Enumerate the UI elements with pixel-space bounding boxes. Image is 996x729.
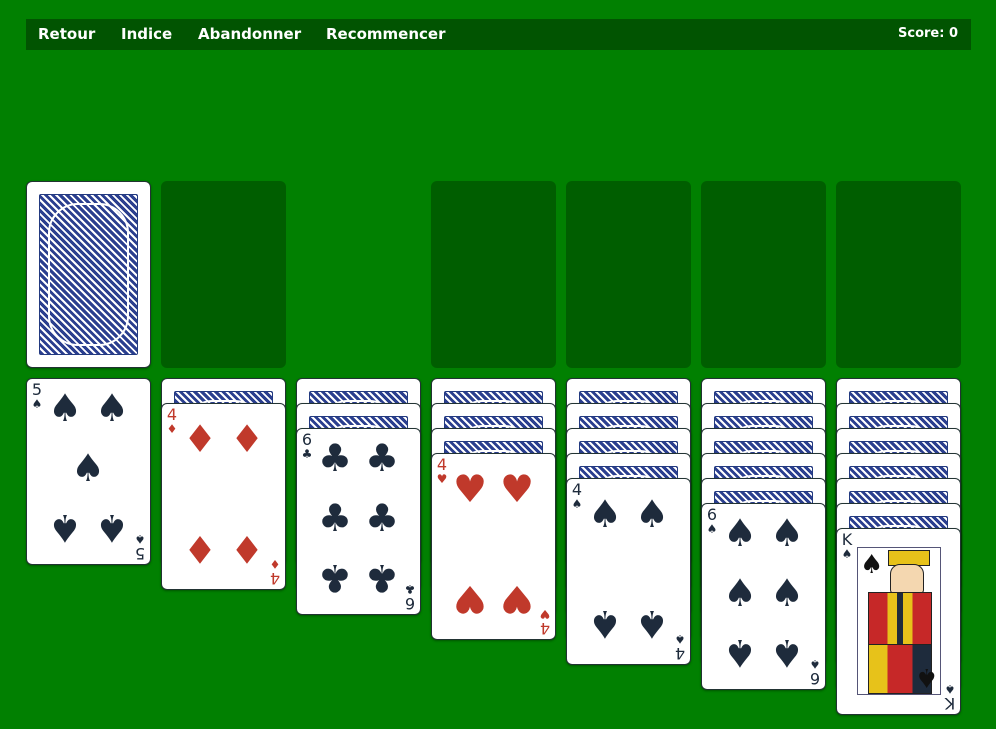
card-corner-index: 6 ♣ [403, 582, 417, 613]
hint-button[interactable]: Indice [121, 25, 172, 43]
score-display: Score: 0 [898, 26, 958, 41]
suit-icon: ♠ [841, 547, 853, 561]
suit-pip-icon: ♥ [499, 577, 535, 621]
card-4-4[interactable]: 4 ♠ 4 ♠ ♠ ♠ ♠ ♠ [566, 478, 691, 665]
foundation-slot-2[interactable] [566, 181, 691, 368]
suit-pip-icon: ♠ [47, 506, 83, 550]
card-rank: 5 [134, 544, 146, 563]
suit-pip-icon: ♠ [769, 631, 805, 675]
suit-pip-icon: ♠ [634, 602, 670, 646]
suit-pip-icon: ♠ [94, 386, 130, 430]
card-corner-index: 5 ♠ [133, 532, 147, 563]
suit-pip-icon: ♦ [182, 527, 218, 571]
card-corner-index: 6 ♠ [705, 505, 719, 536]
toolbar: Retour Indice Abandonner Recommencer Sco… [26, 19, 971, 50]
card-5-0[interactable]: 5 ♠ 5 ♠ ♠ ♠ ♠ ♠ ♠ [26, 378, 151, 565]
foundation-slot-4[interactable] [836, 181, 961, 368]
suit-icon: ♠ [944, 682, 956, 696]
card-corner-index: 6 ♠ [808, 657, 822, 688]
suit-icon: ♦ [269, 557, 281, 571]
suit-pip-icon: ♠ [722, 571, 758, 615]
suit-icon: ♠ [706, 522, 718, 536]
suit-pip-icon: ♣ [317, 436, 353, 480]
suit-pip-icon: ♣ [364, 556, 400, 600]
suit-pip-icon: ♠ [722, 631, 758, 675]
card-4-3[interactable]: 4 ♥ 4 ♥ ♥ ♥ ♥ ♥ [431, 453, 556, 640]
suit-pip-icon: ♥ [452, 577, 488, 621]
card-corner-index: K ♠ [840, 530, 854, 561]
suit-pip-icon: ♠ [94, 506, 130, 550]
card-corner-index: 4 ♠ [673, 632, 687, 663]
suit-icon: ♠ [674, 632, 686, 646]
card-4-1[interactable]: 4 ♦ 4 ♦ ♦ ♦ ♦ ♦ [161, 403, 286, 590]
undo-button[interactable]: Retour [38, 25, 95, 43]
card-corner-index: 4 ♦ [268, 557, 282, 588]
suit-pip-icon: ♥ [452, 467, 488, 511]
suit-pip-icon: ♣ [364, 436, 400, 480]
suit-pip-icon: ♠ [769, 571, 805, 615]
forfeit-button[interactable]: Abandonner [198, 25, 301, 43]
card-rank: 4 [269, 569, 281, 588]
card-corner-index: 4 ♥ [435, 455, 449, 486]
card-rank: 4 [436, 455, 448, 474]
suit-pip-icon: ♠ [722, 511, 758, 555]
card-rank: 6 [404, 594, 416, 613]
king-of-spades-illustration: ♠ ♠ [857, 547, 941, 695]
card-rank: 4 [539, 619, 551, 638]
suit-pip-icon: ♣ [364, 496, 400, 540]
restart-button[interactable]: Recommencer [326, 25, 446, 43]
suit-icon: ♠ [31, 397, 43, 411]
suit-icon: ♦ [166, 422, 178, 436]
waste-slot[interactable] [161, 181, 286, 368]
card-6-2[interactable]: 6 ♣ 6 ♣ ♣ ♣ ♣ ♣ ♣ ♣ [296, 428, 421, 615]
suit-pip-icon: ♠ [634, 492, 670, 536]
card-corner-index: 4 ♦ [165, 405, 179, 436]
card-rank: 6 [706, 505, 718, 524]
foundation-slot-1[interactable] [431, 181, 556, 368]
card-corner-index: 4 ♠ [570, 480, 584, 511]
spade-icon: ♠ [860, 550, 884, 580]
card-corner-index: K ♠ [943, 682, 957, 713]
suit-pip-icon: ♣ [317, 496, 353, 540]
card-corner-index: 6 ♣ [300, 430, 314, 461]
suit-pip-icon: ♦ [229, 527, 265, 571]
card-corner-index: 4 ♥ [538, 607, 552, 638]
suit-icon: ♠ [809, 657, 821, 671]
suit-pip-icon: ♦ [182, 417, 218, 461]
suit-pip-icon: ♦ [229, 417, 265, 461]
card-corner-index: 5 ♠ [30, 380, 44, 411]
card-rank: 4 [674, 644, 686, 663]
suit-icon: ♣ [301, 447, 313, 461]
suit-pip-icon: ♣ [317, 556, 353, 600]
card-rank: 4 [166, 405, 178, 424]
suit-pip-icon: ♠ [769, 511, 805, 555]
suit-pip-icon: ♠ [587, 492, 623, 536]
card-back-pattern [39, 194, 138, 355]
foundation-slot-3[interactable] [701, 181, 826, 368]
card-rank: 6 [809, 669, 821, 688]
card-k-6[interactable]: K ♠ K ♠ ♠ ♠ [836, 528, 961, 715]
suit-icon: ♠ [134, 532, 146, 546]
card-rank: 5 [31, 380, 43, 399]
suit-pip-icon: ♠ [70, 446, 106, 490]
suit-icon: ♥ [436, 472, 448, 486]
card-6-5[interactable]: 6 ♠ 6 ♠ ♠ ♠ ♠ ♠ ♠ ♠ [701, 503, 826, 690]
suit-pip-icon: ♥ [499, 467, 535, 511]
card-rank: K [944, 694, 956, 713]
spade-icon: ♠ [914, 662, 938, 692]
suit-pip-icon: ♠ [47, 386, 83, 430]
card-rank: 4 [571, 480, 583, 499]
suit-icon: ♠ [571, 497, 583, 511]
card-rank: 6 [301, 430, 313, 449]
suit-icon: ♥ [539, 607, 551, 621]
stock-pile[interactable] [26, 181, 151, 368]
suit-icon: ♣ [404, 582, 416, 596]
suit-pip-icon: ♠ [587, 602, 623, 646]
card-rank: K [841, 530, 853, 549]
